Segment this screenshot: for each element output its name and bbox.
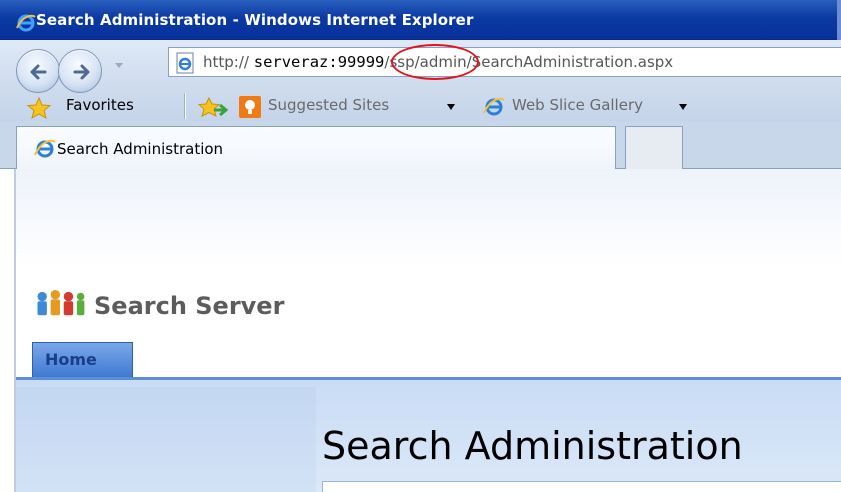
url-scheme: http://: [203, 53, 249, 71]
web-slice-icon: [483, 97, 505, 116]
forward-button[interactable]: [58, 49, 102, 93]
suggested-sites-icon: [239, 96, 261, 118]
home-nav-label: Home: [45, 350, 97, 369]
new-tab-button[interactable]: [625, 126, 683, 169]
tab-label: Search Administration: [57, 140, 224, 158]
tab-strip: Search Administration: [0, 122, 841, 169]
page-content: Search Server Home Search Administration: [0, 169, 841, 492]
url-host: serveraz: [253, 53, 329, 71]
left-navigation-column: [16, 387, 316, 492]
page-heading: Search Administration: [322, 424, 743, 468]
titlebar-edge: [837, 0, 841, 40]
favorites-bar: Favorites Suggested Sites Web Slice Gall…: [0, 90, 841, 122]
favorites-button[interactable]: Favorites: [66, 96, 134, 114]
page-header-area: [16, 169, 841, 269]
forward-arrow-icon: [73, 64, 90, 80]
back-button[interactable]: [16, 49, 60, 93]
favorites-star-icon: [26, 96, 52, 120]
home-nav-tab[interactable]: Home: [32, 342, 133, 378]
site-title[interactable]: Search Server: [94, 292, 284, 320]
ie-icon: [16, 14, 36, 32]
tab-search-administration[interactable]: Search Administration: [16, 126, 616, 169]
address-bar[interactable]: http:// serveraz:99999/ssp/admin/SearchA…: [168, 44, 841, 80]
web-slice-dropdown-icon[interactable]: [678, 102, 688, 112]
toolbar-separator: [184, 93, 186, 119]
port-highlight-annotation: [391, 44, 479, 80]
add-favorites-icon[interactable]: [198, 96, 228, 120]
navigation-bar: http:// serveraz:99999/ssp/admin/SearchA…: [0, 40, 841, 122]
back-arrow-icon: [30, 64, 47, 80]
window-title: Search Administration - Windows Internet…: [36, 11, 474, 29]
page-icon: [176, 52, 194, 74]
main-content-area: [322, 481, 841, 492]
sharepoint-people-icon: [37, 289, 85, 316]
suggested-sites-dropdown-icon[interactable]: [446, 102, 456, 112]
ie-tab-icon: [34, 139, 56, 158]
window-title-bar: Search Administration - Windows Internet…: [0, 0, 841, 40]
nav-buttons: [16, 47, 156, 95]
suggested-sites-button[interactable]: Suggested Sites: [268, 96, 389, 114]
web-slice-gallery-button[interactable]: Web Slice Gallery: [512, 96, 643, 114]
recent-pages-dropdown-icon[interactable]: [112, 58, 126, 72]
url-port: :99999: [328, 53, 385, 71]
